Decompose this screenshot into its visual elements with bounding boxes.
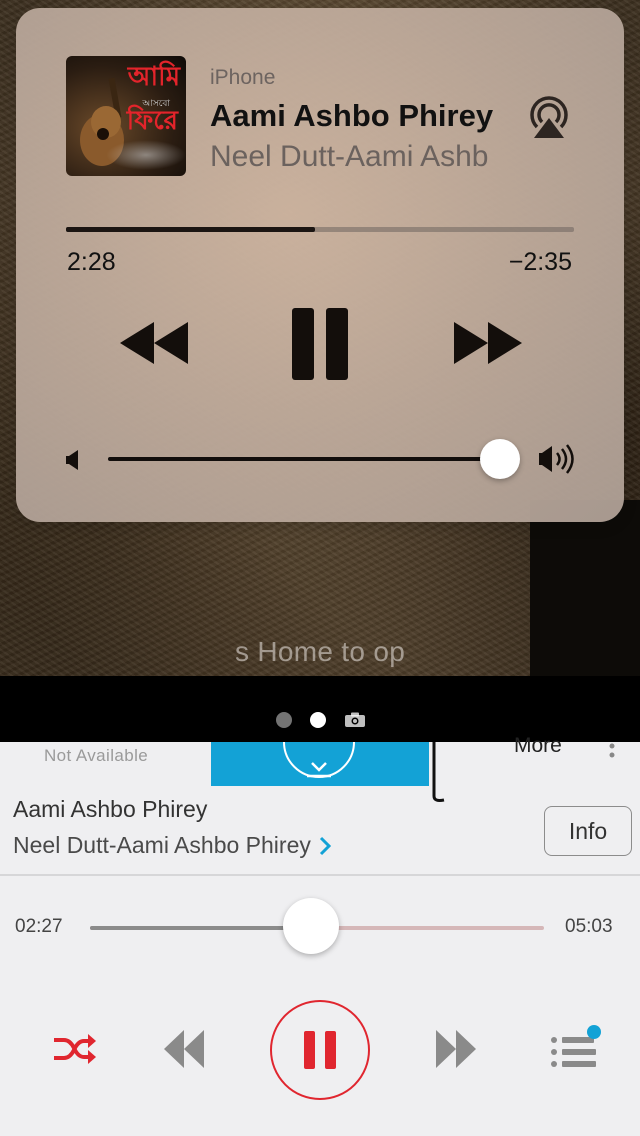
fast-forward-icon[interactable]	[452, 322, 522, 364]
rewind-icon[interactable]	[120, 322, 190, 364]
shuffle-icon[interactable]	[52, 1032, 96, 1066]
page-dot-active[interactable]	[310, 712, 326, 728]
volume-max-icon	[539, 444, 574, 474]
song-title: Aami Ashbo Phirey	[13, 796, 208, 822]
more-button[interactable]: More	[514, 734, 562, 758]
bottom-band	[0, 676, 640, 742]
music-app: Not Available More Aami Ashbo Phirey Nee…	[0, 734, 640, 1136]
page-dot[interactable]	[276, 712, 292, 728]
download-button[interactable]	[211, 742, 429, 786]
camera-icon[interactable]	[344, 712, 366, 728]
page-indicator[interactable]	[276, 712, 366, 728]
track-artist: Neel Dutt-Aami Ashb	[210, 140, 489, 173]
pen-stroke	[432, 742, 445, 802]
action-strip: Not Available More	[0, 734, 640, 802]
track-progress-bar[interactable]	[66, 227, 574, 232]
volume-slider-track[interactable]	[108, 457, 498, 461]
elapsed-time: 2:28	[67, 248, 116, 276]
chevron-right-icon	[319, 836, 331, 855]
more-dots-icon[interactable]	[608, 742, 616, 758]
volume-slider-knob[interactable]	[480, 439, 520, 479]
next-track-icon[interactable]	[436, 1030, 476, 1068]
queue-list-icon[interactable]	[550, 1024, 602, 1070]
album-artwork: আমি আসবো ফিরে	[66, 56, 186, 176]
info-button[interactable]: Info	[544, 806, 632, 856]
output-device-label: iPhone	[210, 66, 276, 89]
artist-album-link[interactable]: Neel Dutt-Aami Ashbo Phirey	[13, 832, 331, 859]
artwork-title-line2: ফিরে	[126, 106, 178, 136]
now-playing-card: আমি আসবো ফিরে iPhone Aami Ashbo Phirey N…	[16, 8, 624, 522]
volume-min-icon	[66, 450, 78, 470]
divider	[0, 874, 640, 876]
artwork-mist	[106, 140, 186, 170]
pause-icon[interactable]	[292, 308, 348, 380]
previous-track-icon[interactable]	[164, 1030, 204, 1068]
artwork-title-line1: আমি	[127, 62, 180, 92]
artist-album-label: Neel Dutt-Aami Ashbo Phirey	[13, 832, 311, 858]
play-pause-button[interactable]	[270, 1000, 370, 1100]
player-elapsed-time: 02:27	[15, 916, 63, 937]
pause-icon	[304, 1031, 336, 1069]
track-progress-fill	[66, 227, 315, 232]
download-icon	[307, 762, 331, 778]
not-available-label: Not Available	[44, 746, 149, 765]
remaining-time: −2:35	[508, 248, 572, 276]
seek-bar-fill	[90, 926, 313, 930]
track-title: Aami Ashbo Phirey	[210, 98, 494, 133]
player-total-time: 05:03	[565, 916, 613, 937]
queue-badge	[587, 1025, 601, 1039]
slide-hint-text: s Home to op	[234, 636, 406, 667]
airplay-icon[interactable]	[526, 94, 572, 140]
seek-bar-knob[interactable]	[283, 898, 339, 954]
